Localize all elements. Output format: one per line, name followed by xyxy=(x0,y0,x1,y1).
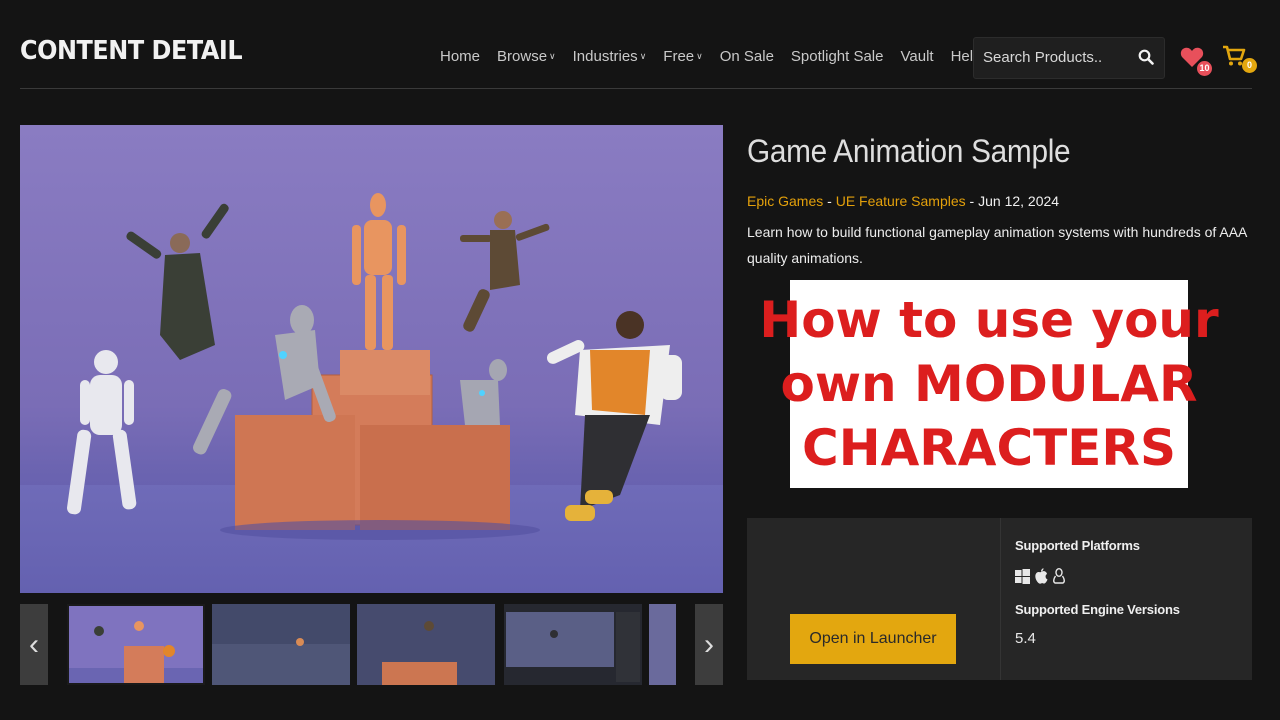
search-box xyxy=(973,37,1165,79)
wishlist-count-badge: 10 xyxy=(1197,61,1212,76)
video-caption-overlay: How to use your own MODULAR CHARACTERS xyxy=(759,280,1219,488)
product-hero-image[interactable] xyxy=(20,125,723,593)
open-in-launcher-button[interactable]: Open in Launcher xyxy=(790,614,956,664)
product-description: Learn how to build functional gameplay a… xyxy=(747,224,1247,266)
search-icon[interactable] xyxy=(1138,49,1154,70)
nav-browse[interactable]: Browse ∨ xyxy=(497,48,556,65)
chevron-right-icon: › xyxy=(704,627,714,661)
category-link[interactable]: UE Feature Samples xyxy=(836,193,966,209)
release-date: Jun 12, 2024 xyxy=(978,193,1060,209)
apple-icon xyxy=(1035,568,1048,584)
chevron-down-icon: ∨ xyxy=(696,51,703,61)
header-divider xyxy=(20,88,1252,89)
thumbnail-2[interactable] xyxy=(212,604,350,685)
wishlist-button[interactable]: 10 xyxy=(1180,44,1212,76)
nav-home[interactable]: Home xyxy=(440,48,480,65)
thumbnail-prev-button[interactable]: ‹ xyxy=(20,604,48,685)
nav-label: On Sale xyxy=(719,48,774,65)
header: CONTENT DETAIL Home Browse ∨ Industries ∨ … xyxy=(0,0,1280,90)
meta-separator: - xyxy=(965,193,979,209)
panel-divider xyxy=(1000,518,1001,680)
chevron-down-icon: ∨ xyxy=(639,51,647,61)
cart-button[interactable]: 0 xyxy=(1222,44,1258,74)
nav-label: Browse xyxy=(497,48,548,65)
thumbnail-3[interactable] xyxy=(357,604,495,685)
caption-line-2: own MODULAR xyxy=(780,355,1198,413)
product-title: Game Animation Sample xyxy=(747,133,1071,169)
supported-engine-versions-label: Supported Engine Versions xyxy=(1015,602,1180,617)
linux-icon xyxy=(1053,568,1065,584)
chevron-down-icon: ∨ xyxy=(549,51,556,61)
thumbnail-1-image xyxy=(69,606,203,683)
nav-label: Vault xyxy=(900,48,934,65)
thumbnail-2-image xyxy=(212,604,350,685)
nav-label: Spotlight Sale xyxy=(790,48,884,65)
thumbnail-strip: ‹ › xyxy=(20,604,723,685)
caption-line-3: CHARACTERS xyxy=(802,419,1176,477)
hero-scene-illustration xyxy=(67,193,682,540)
platform-icons xyxy=(1015,568,1066,584)
seller-link[interactable]: Epic Games xyxy=(747,193,823,209)
thumbnail-4[interactable] xyxy=(504,604,642,685)
thumbnail-1[interactable] xyxy=(67,604,205,685)
engine-version: 5.4 xyxy=(1015,630,1036,647)
nav-industries[interactable]: Industries ∨ xyxy=(573,48,647,65)
nav-vault[interactable]: Vault xyxy=(901,48,934,65)
cart-count-badge: 0 xyxy=(1242,58,1257,73)
product-meta: Epic Games - UE Feature Samples - Jun 12… xyxy=(747,193,1059,209)
meta-separator: - xyxy=(823,193,836,209)
windows-icon xyxy=(1015,568,1030,584)
thumbnail-4-image xyxy=(504,604,642,685)
thumbnail-3-image xyxy=(357,604,495,685)
thumbnail-next-button[interactable]: › xyxy=(695,604,723,685)
nav-label: Free xyxy=(663,48,695,65)
main-nav: Home Browse ∨ Industries ∨ Free ∨ On Sale S… xyxy=(440,48,998,65)
nav-label: Home xyxy=(440,48,481,65)
nav-on-sale[interactable]: On Sale xyxy=(720,48,774,65)
supported-platforms-label: Supported Platforms xyxy=(1015,538,1140,553)
page-title: CONTENT DETAIL xyxy=(20,36,243,66)
search-input[interactable] xyxy=(983,49,1133,66)
nav-free[interactable]: Free ∨ xyxy=(663,48,702,65)
nav-label: Industries xyxy=(572,48,638,65)
thumbnail-5-partial[interactable] xyxy=(649,604,676,685)
nav-spotlight-sale[interactable]: Spotlight Sale xyxy=(791,48,884,65)
chevron-left-icon: ‹ xyxy=(29,627,39,661)
caption-line-1: How to use your xyxy=(759,291,1219,349)
product-action-panel: Open in Launcher Supported Platforms Sup… xyxy=(747,518,1252,680)
